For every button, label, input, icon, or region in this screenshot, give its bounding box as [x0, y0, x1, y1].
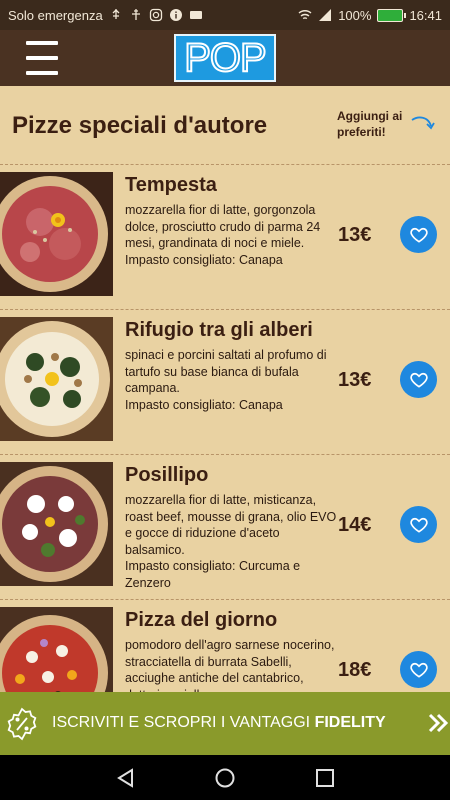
- discount-badge-icon: [7, 707, 37, 741]
- item-name: Pizza del giorno: [125, 609, 278, 631]
- menu-item[interactable]: Posillipo mozzarella fior di latte, mist…: [0, 454, 450, 599]
- favorite-button[interactable]: [400, 651, 437, 688]
- promo-label: ISCRIVITI E SCROPRI I VANTAGGI: [52, 714, 311, 731]
- item-name: Rifugio tra gli alberi: [125, 319, 313, 341]
- screen-icon: [189, 11, 202, 19]
- battery-icon: [377, 8, 407, 22]
- curved-arrow-icon: [411, 116, 435, 130]
- instagram-icon: [149, 8, 162, 22]
- back-icon[interactable]: [114, 767, 136, 789]
- wifi-icon: [298, 10, 312, 20]
- status-bar: Solo emergenza 100% 16:41: [0, 0, 450, 30]
- app-header: POP: [0, 30, 450, 86]
- heart-icon: [409, 227, 428, 243]
- pizza-photo: [0, 607, 113, 692]
- favorites-hint: Aggiungi ai preferiti!: [337, 109, 403, 139]
- section-header: Pizze speciali d'autore Aggiungi ai pref…: [0, 86, 450, 164]
- menu-item[interactable]: Rifugio tra gli alberi spinaci e porcini…: [0, 309, 450, 454]
- pop-logo[interactable]: POP: [174, 34, 276, 82]
- favorite-button[interactable]: [400, 506, 437, 543]
- logo-text: POP: [183, 35, 268, 81]
- heart-icon: [409, 372, 428, 388]
- carrier-label: Solo emergenza: [8, 7, 103, 23]
- item-name: Tempesta: [125, 174, 217, 196]
- item-ingredients: mozzarella fior di latte, misticanza, ro…: [125, 493, 337, 557]
- menu-item[interactable]: Pizza del giorno pomodoro dell'agro sarn…: [0, 599, 450, 692]
- double-chevron-right-icon: [428, 713, 449, 733]
- item-ingredients: spinaci e porcini saltati al profumo di …: [125, 348, 327, 395]
- item-description: pomodoro dell'agro sarnese nocerino, str…: [125, 637, 340, 692]
- item-description: spinaci e porcini saltati al profumo di …: [125, 347, 340, 413]
- hamburger-menu-icon[interactable]: [26, 38, 58, 78]
- item-description: mozzarella fior di latte, misticanza, ro…: [125, 492, 340, 591]
- pizza-photo: [0, 462, 113, 586]
- page-title: Pizze speciali d'autore: [12, 112, 268, 139]
- item-price: 13€: [338, 224, 372, 246]
- item-description: mozzarella fior di latte, gorgonzola dol…: [125, 202, 340, 268]
- info-icon: [169, 9, 182, 21]
- heart-icon: [409, 517, 428, 533]
- item-dough: Impasto consigliato: Canapa: [125, 252, 283, 267]
- battery-percent: 100%: [338, 7, 372, 23]
- item-ingredients: pomodoro dell'agro sarnese nocerino, str…: [125, 638, 335, 692]
- recents-icon[interactable]: [314, 767, 336, 789]
- heart-icon: [409, 662, 428, 678]
- item-price: 13€: [338, 369, 372, 391]
- item-ingredients: mozzarella fior di latte, gorgonzola dol…: [125, 203, 321, 250]
- favorite-button[interactable]: [400, 361, 437, 398]
- system-nav-bar: [0, 755, 450, 800]
- favorite-button[interactable]: [400, 216, 437, 253]
- item-dough: Impasto consigliato: Curcuma e Zenzero: [125, 559, 301, 590]
- item-dough: Impasto consigliato: Canapa: [125, 397, 283, 412]
- promo-text: ISCRIVITI E SCROPRI I VANTAGGI FIDELITY: [52, 714, 386, 732]
- signal-icon: [319, 9, 332, 21]
- item-price: 18€: [338, 659, 372, 681]
- usb-debug-icon: [131, 9, 140, 20]
- fidelity-promo-banner[interactable]: ISCRIVITI E SCROPRI I VANTAGGI FIDELITY: [0, 692, 450, 755]
- clock: 16:41: [409, 7, 442, 23]
- menu-item[interactable]: Tempesta mozzarella fior di latte, gorgo…: [0, 164, 450, 309]
- pizza-photo: [0, 317, 113, 441]
- usb-icon: [112, 9, 120, 19]
- item-price: 14€: [338, 514, 372, 536]
- promo-highlight: FIDELITY: [314, 714, 386, 731]
- home-icon[interactable]: [214, 767, 236, 789]
- item-name: Posillipo: [125, 464, 209, 486]
- pizza-photo: [0, 172, 113, 296]
